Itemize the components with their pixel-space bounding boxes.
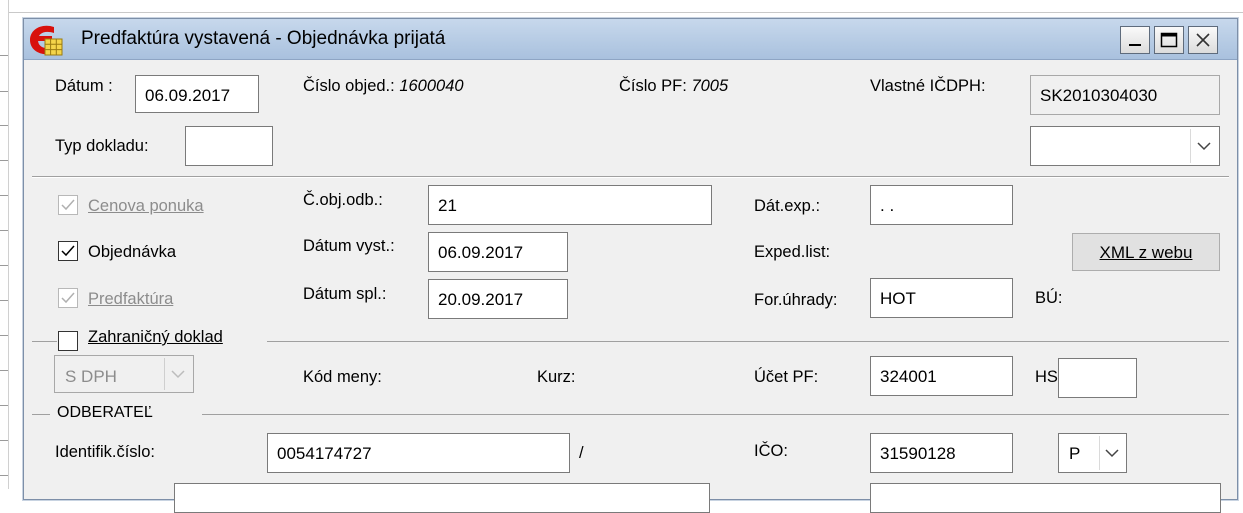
minimize-button[interactable] [1120,26,1150,54]
dph-combo-value: S DPH [65,367,117,386]
p-combo-value: P [1069,444,1081,463]
checkmark-icon [61,245,75,257]
sheet-tick [0,55,8,56]
zahranicny-group-line [32,341,57,342]
sheet-tick [0,195,8,196]
cenova-ponuka-checkbox[interactable] [58,195,78,215]
cislo-pf-value: 7005 [691,77,729,95]
zahranicny-group-line [267,341,1229,342]
title-bar[interactable]: Predfaktúra vystavená - Objednávka prija… [24,19,1237,60]
xml-z-webu-label: XML z webu [1099,243,1193,262]
typ-dokladu-label: Typ dokladu: [55,137,149,155]
sheet-tick [0,405,8,406]
typ-dokladu-input[interactable] [185,126,273,166]
datum-spl-input[interactable]: 20.09.2017 [428,279,568,319]
sheet-tick [0,440,8,441]
cislo-objed-label: Číslo objed.: 1600040 [303,77,464,96]
kod-meny-label: Kód meny: [303,368,382,386]
sheet-tick [0,91,8,92]
sheet-tick [0,335,8,336]
ico-label: IČO: [754,442,788,460]
minimize-icon [1129,44,1141,46]
sheet-tick [0,230,8,231]
combo-dropdown-button[interactable] [1190,129,1217,163]
odberatel-section-label: ODBERATEĽ [57,404,153,421]
dph-combo[interactable]: S DPH [54,355,194,393]
identifik-cislo-input[interactable]: 0054174727 [267,433,570,473]
next-row-input[interactable] [174,483,710,513]
invoice-dialog-window: Predfaktúra vystavená - Objednávka prija… [23,18,1238,513]
zahranicny-doklad-checkbox[interactable] [58,331,78,351]
ico-input[interactable]: 31590128 [870,433,1013,473]
section-divider-highlight [32,177,1229,178]
bu-label: BÚ: [1035,289,1063,307]
maximize-button[interactable] [1154,26,1184,54]
predfaktura-text: Predfaktúra [88,290,174,308]
sheet-tick [0,125,8,126]
kurz-label: Kurz: [537,368,576,386]
objednavka-label: Objednávka [88,243,177,261]
dat-exp-label: Dát.exp.: [754,197,821,215]
odberatel-group-line [202,414,1229,415]
objednavka-checkbox[interactable] [58,241,78,261]
datum-spl-label: Dátum spl.: [303,285,387,303]
ucet-pf-label: Účet PF: [754,368,819,386]
background-sheet-top [0,0,1243,13]
zahranicny-doklad-label: Zahraničný doklad [88,328,223,347]
checkmark-icon [61,199,75,211]
datum-vyst-label: Dátum vyst.: [303,237,395,255]
hs-input[interactable] [1058,358,1137,398]
dph-combo-dropdown[interactable] [164,358,191,390]
dat-exp-input[interactable]: . . [870,185,1013,225]
cislo-pf-label: Číslo PF: 7005 [619,77,728,96]
for-uhrady-input[interactable]: HOT [870,278,1013,318]
c-obj-odb-label: Č.obj.odb.: [303,191,383,209]
close-icon [1196,33,1210,47]
next-row-right-input[interactable] [870,483,1221,513]
cislo-pf-label-text: Číslo PF: [619,77,687,95]
app-e-grid-icon [30,25,63,56]
sheet-tick [0,370,8,371]
checkmark-icon [61,292,75,304]
p-combo-dropdown[interactable] [1099,436,1124,470]
datum-label: Dátum : [55,77,113,95]
chevron-down-icon [1197,142,1211,151]
identifik-cislo-label: Identifik.číslo: [55,443,155,461]
vlastne-icdph-field: SK2010304030 [1030,75,1220,115]
datum-vyst-input[interactable]: 06.09.2017 [428,232,568,272]
ucet-pf-input[interactable]: 324001 [870,356,1013,396]
zahranicny-doklad-text: Zahraničný doklad [88,328,223,346]
close-button[interactable] [1188,26,1218,54]
cislo-objed-label-text: Číslo objed.: [303,77,395,95]
chevron-down-icon [1105,449,1119,458]
datum-input[interactable]: 06.09.2017 [135,75,259,113]
window-title: Predfaktúra vystavená - Objednávka prija… [81,28,446,49]
vlastne-icdph-label: Vlastné IČDPH: [870,77,986,95]
cenova-ponuka-text: Cenova ponuka [88,197,204,215]
chevron-down-icon [171,370,185,379]
odberatel-group-line [32,414,50,415]
identifik-slash: / [579,444,584,462]
sheet-tick [0,300,8,301]
maximize-icon [1160,32,1178,48]
p-combo[interactable]: P [1058,433,1127,473]
sheet-tick [0,475,8,476]
cislo-objed-value: 1600040 [399,77,464,95]
right-type-combo[interactable] [1030,126,1220,166]
sheet-tick [0,265,8,266]
sheet-tick [0,160,8,161]
xml-z-webu-button[interactable]: XML z webu [1072,233,1220,271]
for-uhrady-label: For.úhrady: [754,291,838,309]
predfaktura-checkbox[interactable] [58,288,78,308]
c-obj-odb-input[interactable]: 21 [428,185,712,225]
cenova-ponuka-label: Cenova ponuka [88,197,204,216]
background-sheet-left [0,0,9,489]
exped-list-label: Exped.list: [754,243,831,261]
predfaktura-label: Predfaktúra [88,290,173,309]
